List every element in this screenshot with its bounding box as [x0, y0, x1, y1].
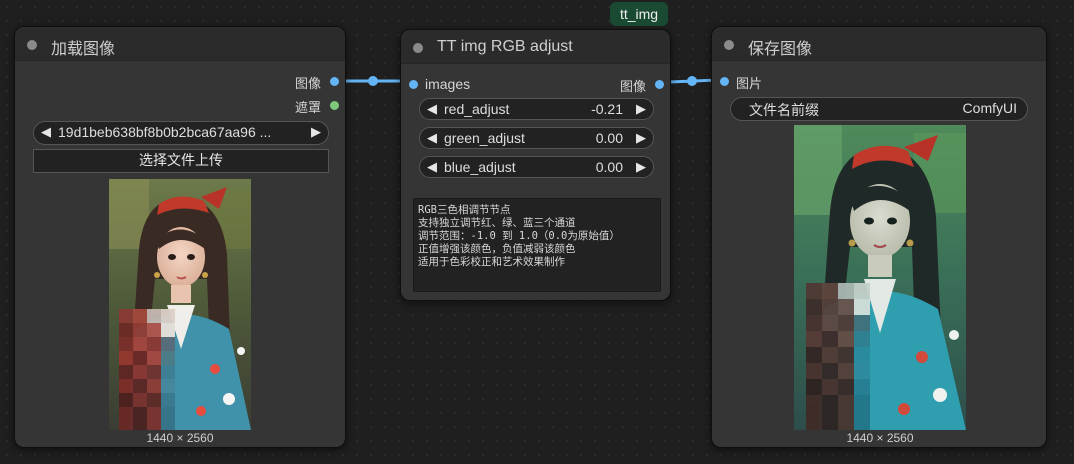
next-arrow-icon[interactable]: ▶: [311, 124, 321, 140]
portrait-image: [109, 179, 251, 430]
param-value: -0.21: [591, 101, 623, 117]
collapse-dot-icon[interactable]: [27, 40, 37, 50]
input-images-port[interactable]: images: [425, 76, 470, 92]
input-image-label: 图片: [736, 77, 763, 92]
output-mask-port[interactable]: 遮罩: [241, 97, 321, 116]
output-image-label: 图像: [294, 77, 321, 92]
param-label: green_adjust: [444, 130, 525, 146]
input-images-label: images: [425, 76, 471, 92]
image-dimensions: 1440 × 2560: [146, 431, 214, 445]
node-header[interactable]: 加载图像: [15, 27, 345, 61]
description-line: 支持独立调节红、绿、蓝三个通道: [418, 217, 576, 229]
blue-adjust-widget[interactable]: ◀ blue_adjust 0.00 ▶: [419, 156, 654, 178]
filename-prefix-value: ComfyUI: [962, 100, 1017, 116]
node-id-badge: tt_img: [610, 2, 668, 26]
output-image-socket-icon[interactable]: [330, 77, 339, 86]
filename-prefix-label: 文件名前缀: [749, 103, 819, 119]
loaded-image-preview: [109, 179, 251, 430]
green-adjust-widget[interactable]: ◀ green_adjust 0.00 ▶: [419, 127, 654, 149]
description-line: 适用于色彩校正和艺术效果制作: [418, 256, 565, 268]
param-label: blue_adjust: [444, 159, 516, 175]
decrement-arrow-icon[interactable]: ◀: [427, 130, 437, 146]
node-header[interactable]: TT img RGB adjust: [401, 30, 670, 64]
output-mask-socket-icon[interactable]: [330, 101, 339, 110]
wire-midpoint-1: [368, 76, 378, 86]
save-image-node[interactable]: 保存图像 图片 文件名前缀 ComfyUI 1440 × 2560: [711, 26, 1047, 448]
node-title: TT img RGB adjust: [437, 38, 573, 55]
image-file-selector[interactable]: ◀ 19d1beb638bf8b0b2bca67aa96 ... ▶: [33, 121, 329, 145]
input-image-port[interactable]: 图片: [736, 73, 763, 92]
collapse-dot-icon[interactable]: [724, 40, 734, 50]
output-image-socket-icon[interactable]: [655, 80, 664, 89]
node-title: 保存图像: [748, 39, 813, 58]
rgb-adjust-node[interactable]: TT img RGB adjust images 图像 ◀ red_adjust…: [400, 29, 671, 301]
collapse-dot-icon[interactable]: [413, 43, 423, 53]
decrement-arrow-icon[interactable]: ◀: [427, 101, 437, 117]
image-dimensions: 1440 × 2560: [846, 431, 914, 445]
description-line: RGB三色相调节节点: [418, 204, 511, 216]
input-image-socket-icon[interactable]: [720, 77, 729, 86]
output-image-label: 图像: [619, 80, 646, 95]
prev-arrow-icon[interactable]: ◀: [41, 124, 51, 140]
description-line: 调节范围：-1.0 到 1.0（0.0为原始值）: [418, 230, 620, 242]
output-image-port[interactable]: 图像: [241, 73, 321, 92]
node-header[interactable]: 保存图像: [712, 27, 1046, 61]
node-title: 加载图像: [51, 39, 116, 58]
output-image-port[interactable]: 图像: [586, 76, 646, 95]
param-value: 0.00: [595, 159, 623, 175]
upload-button[interactable]: 选择文件上传: [33, 149, 329, 173]
image-file-name: 19d1beb638bf8b0b2bca67aa96 ...: [58, 124, 272, 140]
wire-midpoint-2: [687, 76, 697, 86]
param-value: 0.00: [595, 130, 623, 146]
saved-image-preview: [794, 125, 966, 430]
load-image-node[interactable]: 加载图像 图像 遮罩 ◀ 19d1beb638bf8b0b2bca67aa96 …: [14, 26, 346, 448]
param-label: red_adjust: [444, 101, 510, 117]
increment-arrow-icon[interactable]: ▶: [636, 101, 646, 117]
decrement-arrow-icon[interactable]: ◀: [427, 159, 437, 175]
description-textbox[interactable]: RGB三色相调节节点 支持独立调节红、绿、蓝三个通道 调节范围：-1.0 到 1…: [413, 198, 661, 292]
portrait-image: [794, 125, 966, 430]
increment-arrow-icon[interactable]: ▶: [636, 159, 646, 175]
input-images-socket-icon[interactable]: [409, 80, 418, 89]
increment-arrow-icon[interactable]: ▶: [636, 130, 646, 146]
red-adjust-widget[interactable]: ◀ red_adjust -0.21 ▶: [419, 98, 654, 120]
output-mask-label: 遮罩: [294, 101, 321, 116]
filename-prefix-field[interactable]: 文件名前缀 ComfyUI: [730, 97, 1028, 121]
description-line: 正值增强该颜色，负值减弱该颜色: [418, 243, 576, 255]
